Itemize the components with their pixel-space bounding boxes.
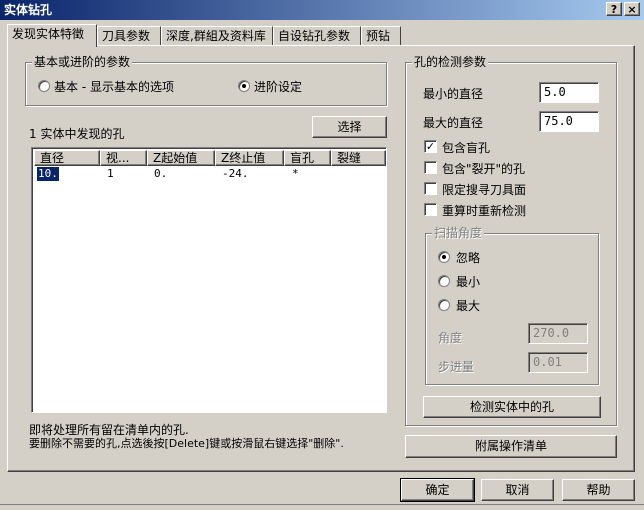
cell-view: 1 bbox=[107, 167, 114, 180]
column-split[interactable]: 裂缝 bbox=[331, 150, 386, 166]
column-blind[interactable]: 盲孔 bbox=[284, 150, 331, 166]
advanced-radio[interactable] bbox=[238, 80, 250, 92]
cell-z-end: -24. bbox=[222, 167, 249, 180]
tab-label: 自设钻孔参数 bbox=[278, 29, 351, 43]
cancel-button[interactable]: 取消 bbox=[481, 479, 554, 501]
max-diameter-label: 最大的直径 bbox=[423, 116, 484, 130]
step-label: 步进量 bbox=[438, 360, 475, 374]
scan-min-label: 最小 bbox=[456, 275, 481, 289]
select-button[interactable]: 选择 bbox=[312, 116, 387, 138]
include-split-label: 包含"裂开"的孔 bbox=[442, 162, 526, 176]
tab-label: 刀具参数 bbox=[102, 29, 151, 43]
scan-min-radio[interactable] bbox=[438, 275, 450, 287]
detect-holes-button-label: 检测实体中的孔 bbox=[469, 400, 554, 414]
redetect-on-regen-label: 重算时重新检测 bbox=[442, 204, 527, 218]
limit-tool-plane-checkbox[interactable] bbox=[424, 182, 437, 195]
column-z-start[interactable]: Z起始值 bbox=[147, 150, 215, 166]
column-z-end[interactable]: Z终止值 bbox=[215, 150, 284, 166]
basic-radio[interactable] bbox=[38, 80, 50, 92]
holes-found-label: 1 实体中发现的孔 bbox=[29, 127, 125, 141]
detection-params-group: 孔的检测参数 最小的直径 5.0 最大的直径 75.0 ✓ 包含盲孔 包含"裂开… bbox=[405, 55, 617, 426]
max-diameter-input[interactable]: 75.0 bbox=[539, 111, 599, 132]
tab-label: 发现实体特徵 bbox=[12, 27, 85, 41]
cell-blind: * bbox=[292, 167, 299, 180]
holes-list[interactable]: 直径 视... Z起始值 Z终止值 盲孔 裂缝 10. 1 0. -24. * bbox=[31, 147, 387, 413]
tab-find-solid-features[interactable]: 发现实体特徵 bbox=[7, 24, 97, 47]
tab-custom-drill-parameters[interactable]: 自设钻孔参数 bbox=[273, 26, 361, 46]
tab-label: 深度,群組及资料库 bbox=[166, 29, 266, 43]
attach-operations-button-label: 附属操作清单 bbox=[474, 439, 547, 453]
limit-tool-plane-label: 限定搜寻刀具面 bbox=[442, 183, 527, 197]
close-icon: × bbox=[627, 3, 637, 16]
min-diameter-input[interactable]: 5.0 bbox=[539, 82, 599, 103]
tab-depth-groups-library[interactable]: 深度,群組及资料库 bbox=[161, 26, 273, 46]
min-diameter-label: 最小的直径 bbox=[423, 87, 484, 101]
include-split-checkbox[interactable] bbox=[424, 161, 437, 174]
help-title-button[interactable]: ? bbox=[606, 2, 622, 16]
cell-diameter: 10. bbox=[37, 167, 59, 181]
title-bar: 实体钻孔 ? × bbox=[0, 0, 644, 20]
info-text-2: 要删除不需要的孔,点选後按[Delete]键或按滑鼠右键选择"删除". bbox=[29, 437, 344, 450]
scan-max-label: 最大 bbox=[456, 299, 481, 313]
step-input[interactable]: 0.01 bbox=[528, 352, 588, 373]
basic-radio-label: 基本 - 显示基本的选项 bbox=[54, 80, 174, 94]
redetect-on-regen-checkbox[interactable] bbox=[424, 203, 437, 216]
question-icon: ? bbox=[610, 3, 618, 16]
window-title: 实体钻孔 bbox=[4, 3, 53, 17]
tab-pre-drill[interactable]: 预钻 bbox=[361, 26, 401, 46]
scan-ignore-label: 忽略 bbox=[456, 251, 481, 265]
include-blind-label: 包含盲孔 bbox=[442, 141, 491, 155]
cell-z-start: 0. bbox=[154, 167, 168, 180]
scan-max-radio[interactable] bbox=[438, 299, 450, 311]
tab-panel: 基本或进阶的参数 基本 - 显示基本的选项 进阶设定 1 实体中发现的孔 选择 … bbox=[7, 45, 635, 472]
detection-params-group-label: 孔的检测参数 bbox=[412, 55, 489, 69]
help-button-label: 帮助 bbox=[586, 483, 611, 497]
select-button-label: 选择 bbox=[337, 120, 362, 134]
tab-label: 预钻 bbox=[366, 29, 391, 43]
basic-advanced-group: 基本或进阶的参数 基本 - 显示基本的选项 进阶设定 bbox=[25, 55, 387, 106]
help-button[interactable]: 帮助 bbox=[562, 479, 635, 501]
detect-holes-button[interactable]: 检测实体中的孔 bbox=[423, 396, 601, 418]
bottom-edge bbox=[0, 504, 644, 510]
tab-tool-parameters[interactable]: 刀具参数 bbox=[97, 26, 161, 46]
advanced-radio-label: 进阶设定 bbox=[254, 80, 303, 94]
scan-angle-group-label: 扫描角度 bbox=[432, 226, 485, 240]
ok-button-label: 确定 bbox=[425, 483, 450, 497]
close-button[interactable]: × bbox=[624, 2, 640, 16]
angle-label: 角度 bbox=[438, 331, 463, 345]
cancel-button-label: 取消 bbox=[505, 483, 530, 497]
attach-operations-button[interactable]: 附属操作清单 bbox=[405, 435, 617, 458]
ok-button[interactable]: 确定 bbox=[400, 478, 475, 502]
scan-angle-group: 扫描角度 忽略 最小 最大 角度 270.0 步进量 0.01 bbox=[425, 226, 599, 385]
column-diameter[interactable]: 直径 bbox=[34, 150, 100, 166]
angle-input[interactable]: 270.0 bbox=[528, 323, 588, 344]
column-view[interactable]: 视... bbox=[100, 150, 147, 166]
basic-advanced-group-label: 基本或进阶的参数 bbox=[32, 55, 133, 69]
scan-ignore-radio[interactable] bbox=[438, 251, 450, 263]
include-blind-checkbox[interactable]: ✓ bbox=[424, 140, 437, 153]
